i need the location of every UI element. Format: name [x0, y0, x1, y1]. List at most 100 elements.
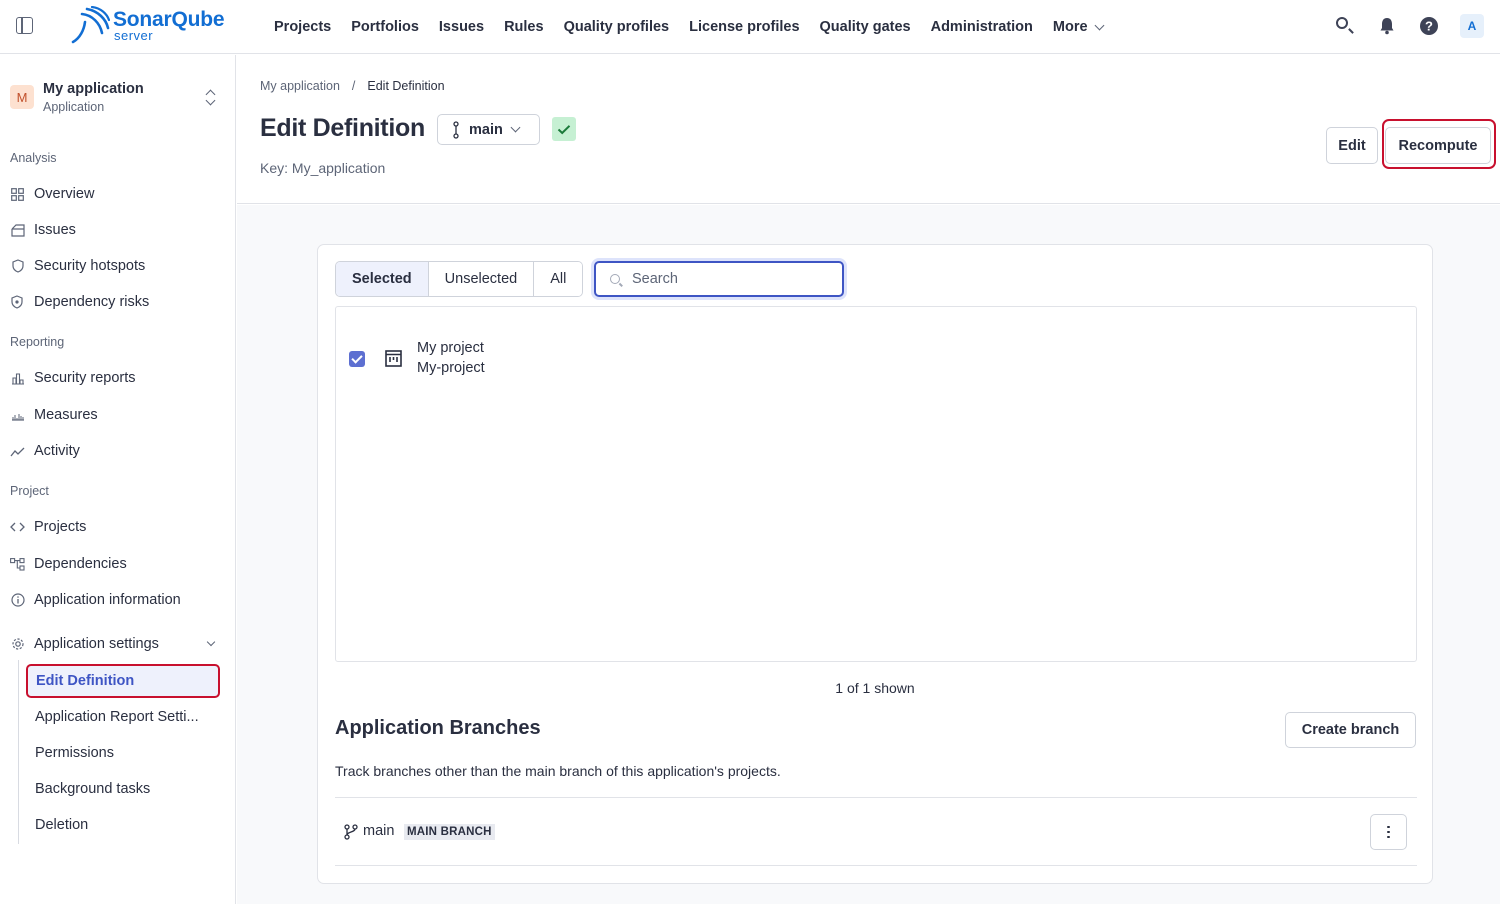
sidebar-item-label: Activity: [34, 443, 80, 459]
nav-issues[interactable]: Issues: [429, 19, 494, 35]
sidebar-item-permissions[interactable]: Permissions: [26, 736, 220, 770]
sidebar-item-application-information[interactable]: Application information: [10, 588, 226, 612]
sidebar-item-label: Application settings: [34, 636, 159, 652]
info-icon: [10, 593, 25, 608]
breadcrumb-application-link[interactable]: My application: [260, 79, 340, 93]
filter-selected[interactable]: Selected: [336, 262, 429, 296]
sidebar-item-dependencies[interactable]: Dependencies: [10, 552, 226, 576]
table-row: main MAIN BRANCH: [335, 797, 1417, 866]
overview-icon: [10, 187, 25, 202]
sidebar-item-application-report-settings[interactable]: Application Report Setti...: [26, 700, 220, 734]
sidebar-item-label: Security reports: [34, 370, 136, 386]
sidebar-item-label: Measures: [34, 407, 98, 423]
check-icon: [557, 124, 571, 134]
activity-icon: [10, 444, 25, 459]
nav-quality-gates[interactable]: Quality gates: [810, 19, 921, 35]
sidebar-item-label: Issues: [34, 222, 76, 238]
main-branch-badge: MAIN BRANCH: [404, 824, 495, 840]
shield-icon: [10, 259, 25, 274]
project-checkbox[interactable]: [349, 351, 365, 367]
branches-section-title: Application Branches: [335, 717, 541, 739]
page-title: Edit Definition: [260, 114, 425, 142]
list-item: My project My-project: [348, 340, 748, 382]
search-icon: [610, 274, 620, 284]
filter-unselected[interactable]: Unselected: [428, 262, 535, 296]
main-nav: Projects Portfolios Issues Rules Quality…: [264, 0, 1113, 54]
nav-administration[interactable]: Administration: [921, 19, 1043, 35]
sidebar-item-edit-definition[interactable]: Edit Definition: [26, 664, 220, 698]
sidebar-item-label: Dependencies: [34, 556, 127, 572]
sidebar-item-security-reports[interactable]: Security reports: [10, 366, 226, 390]
nav-portfolios[interactable]: Portfolios: [341, 19, 429, 35]
breadcrumb-current: Edit Definition: [367, 79, 445, 93]
sonarqube-logo[interactable]: SonarQube server: [70, 6, 230, 46]
measures-icon: [10, 408, 25, 423]
shown-count: 1 of 1 shown: [835, 680, 915, 696]
issues-icon: [10, 223, 25, 238]
chevron-down-icon: [1094, 20, 1105, 30]
top-navigation-bar: SonarQube server Projects Portfolios Iss…: [0, 0, 1500, 54]
svg-text:?: ?: [1425, 19, 1433, 34]
dependency-risk-icon: [10, 295, 25, 310]
application-key: Key: My_application: [260, 160, 386, 176]
create-branch-button[interactable]: Create branch: [1285, 712, 1416, 748]
breadcrumb-separator: /: [351, 79, 356, 93]
sidebar-item-security-hotspots[interactable]: Security hotspots: [10, 254, 226, 278]
sidebar-item-label: Dependency risks: [34, 294, 150, 310]
project-key: My-project: [417, 360, 485, 376]
section-label-analysis: Analysis: [10, 151, 57, 165]
sidebar-item-label: Projects: [34, 519, 87, 535]
project-sidebar: M My application Application Analysis Ov…: [0, 55, 236, 904]
nav-license-profiles[interactable]: License profiles: [679, 19, 809, 35]
nav-projects[interactable]: Projects: [264, 19, 341, 35]
nav-more[interactable]: More: [1043, 19, 1113, 35]
chevron-down-icon: [206, 637, 216, 647]
sidebar-item-background-tasks[interactable]: Background tasks: [26, 772, 220, 806]
edit-button[interactable]: Edit: [1326, 127, 1378, 164]
sidebar-item-issues[interactable]: Issues: [10, 218, 226, 242]
page-header: My application / Edit Definition Edit De…: [237, 55, 1500, 204]
branch-name: main: [469, 121, 503, 138]
sidebar-item-label: Overview: [34, 186, 95, 202]
application-avatar: M: [10, 85, 34, 109]
sidebar-item-dependency-risks[interactable]: Dependency risks: [10, 290, 226, 314]
sidebar-item-application-settings[interactable]: Application settings: [10, 632, 226, 656]
submenu-divider: [18, 660, 19, 844]
sidebar-toggle-icon[interactable]: [16, 17, 33, 34]
project-list: My project My-project: [335, 306, 1417, 662]
project-search: [594, 261, 844, 297]
recompute-button[interactable]: Recompute: [1385, 127, 1491, 164]
application-type: Application: [43, 100, 105, 114]
search-icon[interactable]: [1334, 15, 1356, 37]
sidebar-item-overview[interactable]: Overview: [10, 182, 226, 206]
search-input[interactable]: [632, 271, 812, 287]
sidebar-item-deletion[interactable]: Deletion: [26, 808, 220, 842]
branch-icon: [453, 120, 459, 139]
sidebar-item-measures[interactable]: Measures: [10, 403, 226, 427]
application-switcher[interactable]: M My application Application: [10, 81, 226, 115]
application-name: My application: [43, 81, 144, 97]
nav-quality-profiles[interactable]: Quality profiles: [554, 19, 680, 35]
section-label-reporting: Reporting: [10, 335, 65, 349]
quality-gate-passed-badge: [552, 117, 576, 141]
nav-rules[interactable]: Rules: [494, 19, 554, 35]
sonarqube-logo-mark: [71, 6, 110, 44]
bar-chart-icon: [10, 371, 25, 386]
branch-selector[interactable]: main: [437, 114, 540, 145]
notifications-bell-icon[interactable]: [1376, 15, 1398, 37]
user-avatar[interactable]: A: [1460, 14, 1484, 38]
brand-sub: server: [114, 28, 154, 43]
selection-filter: Selected Unselected All: [335, 261, 584, 297]
branch-row-name: main: [363, 823, 395, 839]
sidebar-item-label: Application information: [34, 592, 181, 608]
breadcrumb: My application / Edit Definition: [260, 79, 445, 93]
sidebar-item-label: Security hotspots: [34, 258, 146, 274]
git-branch-icon: [344, 824, 358, 840]
branch-actions-menu-icon[interactable]: [1370, 814, 1407, 850]
nav-more-label: More: [1052, 19, 1088, 35]
sidebar-item-activity[interactable]: Activity: [10, 439, 226, 463]
help-icon[interactable]: ?: [1418, 15, 1440, 37]
sidebar-item-projects[interactable]: Projects: [10, 515, 226, 539]
chevron-down-icon: [510, 122, 521, 133]
filter-all[interactable]: All: [534, 262, 583, 296]
